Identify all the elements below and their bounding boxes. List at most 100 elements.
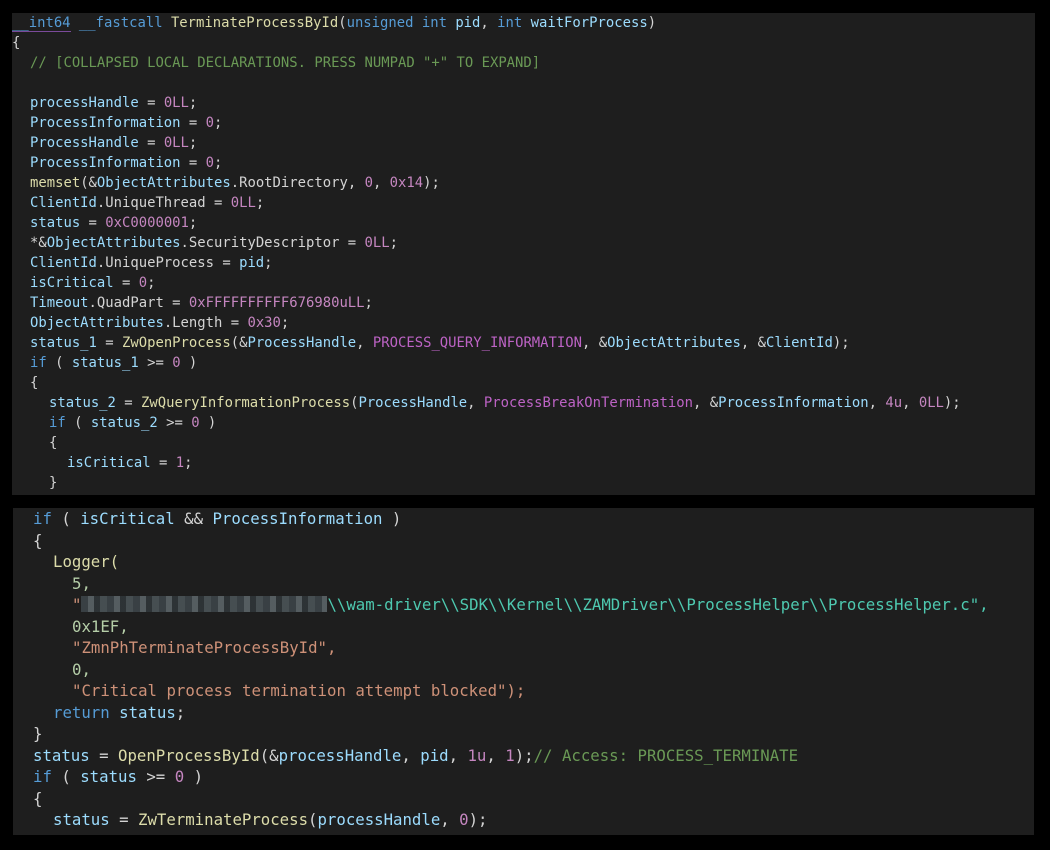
punctuation: , (440, 810, 460, 829)
function-call[interactable]: ZwTerminateProcess (138, 810, 308, 829)
constant[interactable]: ProcessBreakOnTermination (484, 395, 693, 411)
punctuation: , (372, 175, 390, 191)
code-line: if ( isCritical && ProcessInformation ) (13, 508, 1034, 530)
operator: = (150, 455, 176, 471)
number-literal: 4u (885, 395, 903, 411)
punctuation: , (401, 745, 421, 765)
semicolon: ; (389, 235, 398, 251)
identifier[interactable]: status (30, 215, 80, 231)
calling-convention: __fastcall (78, 15, 163, 31)
identifier[interactable]: ObjectAttributes (47, 235, 181, 251)
punctuation: ); (468, 810, 488, 829)
identifier[interactable]: processHandle (317, 810, 440, 829)
number-literal: 0LL (163, 95, 189, 111)
punctuation: ) (180, 355, 198, 371)
identifier[interactable]: ObjectAttributes (30, 315, 164, 331)
punctuation: ) (184, 767, 204, 786)
punctuation: , (347, 175, 365, 191)
number-literal: 1 (175, 455, 185, 471)
operator: *& (30, 235, 47, 251)
number-literal: 0LL (163, 135, 189, 151)
logger-call[interactable]: Logger( (13, 551, 1034, 573)
member-assign: .Length = (163, 315, 248, 331)
identifier[interactable]: ClientId (30, 255, 97, 271)
function-call[interactable]: ZwOpenProcess (122, 335, 231, 351)
code-line: isCritical = 1; (12, 453, 1035, 473)
logger-arg-line: 0x1EF, (72, 616, 129, 636)
number-literal: 0 (205, 155, 215, 171)
identifier[interactable]: ObjectAttributes (607, 335, 741, 351)
source-path[interactable]: \\wam-driver\\SDK\\Kernel\\ZAMDriver\\Pr… (327, 595, 988, 614)
punctuation: , & (692, 395, 719, 411)
code-line: status = OpenProcessById(&processHandle,… (13, 745, 1034, 767)
identifier[interactable]: status_2 (91, 415, 158, 431)
identifier[interactable]: status (33, 746, 90, 765)
identifier[interactable]: ProcessHandle (358, 395, 467, 411)
identifier[interactable]: status_1 (30, 335, 97, 351)
keyword: if (30, 355, 47, 371)
operator: >= (136, 767, 175, 786)
keyword: if (33, 767, 52, 786)
identifier[interactable]: ProcessInformation (30, 155, 181, 171)
operator: && (174, 509, 213, 528)
semicolon: ; (264, 255, 273, 271)
semicolon: ; (188, 135, 198, 151)
identifier[interactable]: processHandle (279, 746, 402, 765)
punctuation: ( (65, 415, 91, 431)
identifier[interactable]: ProcessInformation (718, 395, 869, 411)
decompiler-view-bottom: if ( isCritical && ProcessInformation ) … (13, 508, 1034, 835)
param1-name[interactable]: pid (455, 15, 480, 31)
identifier[interactable]: pid (420, 746, 448, 765)
semicolon: ; (214, 115, 223, 131)
identifier[interactable]: status (80, 767, 137, 786)
identifier[interactable]: ClientId (766, 335, 833, 351)
number-literal: 0 (174, 767, 185, 786)
identifier[interactable]: ObjectAttributes (97, 175, 231, 191)
redacted-path (81, 596, 328, 612)
identifier[interactable]: processHandle (30, 95, 139, 111)
identifier[interactable]: isCritical (80, 509, 174, 528)
identifier[interactable]: ProcessInformation (30, 115, 181, 131)
collapsed-declarations-comment[interactable]: // [COLLAPSED LOCAL DECLARATIONS. PRESS … (12, 53, 1035, 73)
function-signature[interactable]: __int64 __fastcall TerminateProcessById(… (12, 13, 1035, 33)
number-literal: 0 (172, 355, 181, 371)
identifier[interactable]: ProcessHandle (247, 335, 356, 351)
param2-name[interactable]: waitForProcess (531, 15, 648, 31)
punctuation: , (356, 335, 373, 351)
constant[interactable]: PROCESS_QUERY_INFORMATION (373, 335, 582, 351)
member-assign: .SecurityDescriptor = (180, 235, 365, 251)
inline-comment: // Access: PROCESS_TERMINATE (533, 745, 799, 765)
keyword: if (49, 415, 66, 431)
identifier[interactable]: status (119, 703, 176, 722)
number-literal: 1u (467, 745, 487, 765)
param1-type: unsigned int (346, 15, 447, 31)
identifier[interactable]: ClientId (30, 195, 97, 211)
logger-arg-message: "Critical process termination attempt bl… (72, 681, 526, 700)
operator: = (115, 395, 141, 411)
function-name[interactable]: TerminateProcessById (171, 15, 338, 31)
function-call[interactable]: ZwQueryInformationProcess (141, 395, 350, 411)
identifier[interactable]: isCritical (67, 455, 151, 471)
punctuation: (& (230, 335, 248, 351)
code-line: ClientId.UniqueProcess = pid; (12, 253, 1035, 273)
identifier[interactable]: status_2 (49, 395, 116, 411)
function-call[interactable]: memset (30, 175, 80, 191)
semicolon: ; (364, 295, 373, 311)
code-line: status_2 = ZwQueryInformationProcess(Pro… (12, 393, 1035, 413)
punctuation: ); (943, 395, 961, 411)
identifier[interactable]: ProcessInformation (212, 509, 382, 528)
number-literal: 0xC0000001 (105, 215, 189, 231)
identifier[interactable]: status (53, 810, 110, 829)
identifier[interactable]: ProcessHandle (30, 135, 139, 151)
function-call[interactable]: OpenProcessById (118, 746, 260, 765)
operator: = (113, 275, 139, 291)
identifier[interactable]: status_1 (72, 355, 139, 371)
code-line: status = ZwTerminateProcess(processHandl… (13, 809, 1034, 831)
member-assign: .UniqueThread = (96, 195, 231, 211)
identifier[interactable]: pid (239, 255, 264, 271)
semicolon: ; (214, 155, 223, 171)
param-separator: , (480, 15, 498, 31)
open-brace: { (49, 435, 58, 451)
identifier[interactable]: isCritical (30, 275, 114, 291)
identifier[interactable]: Timeout (30, 295, 89, 311)
